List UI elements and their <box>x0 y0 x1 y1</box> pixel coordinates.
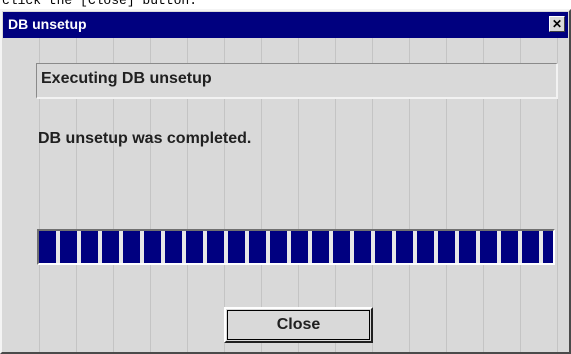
close-icon[interactable]: ✕ <box>549 16 565 32</box>
window-title: DB unsetup <box>8 16 87 32</box>
page-caption-text: click the [Close] button. <box>2 0 198 8</box>
dialog-client-area: Executing DB unsetup DB unsetup was comp… <box>3 38 568 352</box>
progress-fill <box>39 231 553 263</box>
status-panel: Executing DB unsetup <box>36 63 558 99</box>
db-unsetup-dialog: DB unsetup ✕ Executing DB unsetup DB uns… <box>0 9 571 354</box>
progress-bar <box>37 229 555 265</box>
completion-message: DB unsetup was completed. <box>38 130 252 147</box>
title-bar[interactable]: DB unsetup ✕ <box>3 12 568 38</box>
close-button[interactable]: Close <box>224 307 373 343</box>
status-text: Executing DB unsetup <box>41 70 212 87</box>
page-caption: click the [Close] button. <box>0 0 571 8</box>
